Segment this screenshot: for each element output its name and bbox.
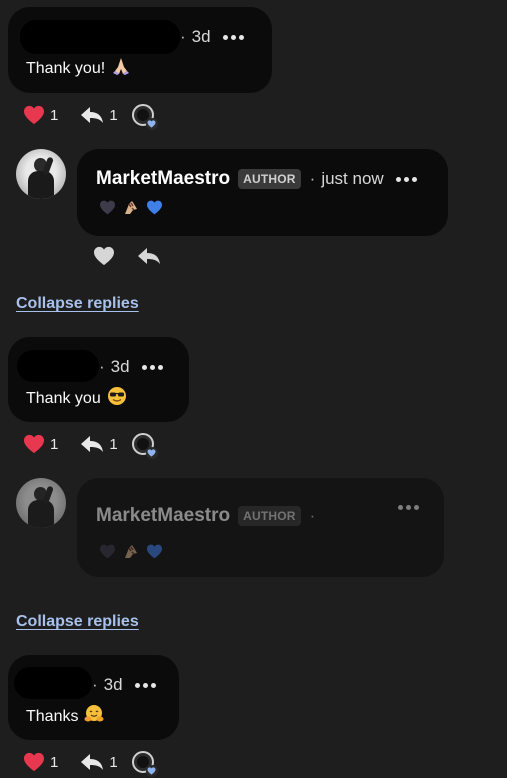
comment-time: 3d — [110, 357, 130, 376]
reply-button[interactable]: 1 — [80, 435, 118, 453]
reply-count: 1 — [109, 753, 118, 771]
comment-message: Thank you — [26, 389, 101, 407]
redacted-username — [20, 20, 180, 54]
heart-icon — [23, 752, 45, 772]
comment-text: Thank you! — [26, 56, 131, 81]
more-options-wrap — [386, 505, 419, 510]
reply-count: 1 — [109, 435, 118, 453]
reply-button[interactable]: 1 — [80, 106, 118, 124]
comment-meta: · 3d — [180, 27, 244, 47]
pray-hands-icon — [111, 56, 131, 81]
comment-actions: 1 1 — [23, 751, 158, 777]
like-count: 1 — [50, 753, 59, 771]
comment-text: Thanks — [26, 704, 104, 729]
like-button[interactable]: 1 — [23, 434, 58, 454]
comment-message: Thank you! — [26, 59, 106, 77]
blue-heart-icon — [146, 544, 163, 564]
author-liked-avatar — [131, 433, 158, 459]
more-options-icon[interactable] — [395, 176, 417, 182]
more-options-icon[interactable] — [222, 34, 244, 40]
blue-heart-icon — [146, 200, 163, 220]
like-button[interactable]: 1 — [23, 752, 58, 772]
like-button[interactable] — [93, 246, 115, 266]
like-button[interactable]: 1 — [23, 105, 58, 125]
comment-time: 3d — [191, 27, 211, 46]
comment-meta: · 3d — [99, 357, 163, 377]
more-options-icon[interactable] — [134, 682, 156, 688]
reply-icon — [80, 106, 104, 124]
collapse-replies-link[interactable]: Collapse replies — [16, 295, 139, 313]
zebra-icon — [122, 199, 140, 221]
author-liked-avatar — [131, 104, 158, 130]
comment-thread: · 3d Thank you! 1 1 MarketMaestro AUTHOR… — [0, 0, 507, 778]
reply-bubble — [77, 149, 448, 236]
reply-icon — [80, 753, 104, 771]
reply-time: just now — [321, 169, 384, 188]
reply-icon — [137, 247, 161, 265]
cool-face-icon — [107, 386, 127, 411]
blue-heart-icon — [145, 447, 158, 459]
comment-actions: 1 1 — [23, 433, 158, 459]
collapse-replies-link[interactable]: Collapse replies — [16, 613, 139, 631]
author-badge: AUTHOR — [238, 506, 301, 526]
blue-heart-icon — [145, 765, 158, 777]
meta-dot: · — [180, 27, 186, 46]
author-name[interactable]: MarketMaestro — [96, 505, 230, 527]
meta-dot: · — [92, 675, 98, 694]
comment-time: 3d — [103, 675, 123, 694]
heart-icon — [23, 434, 45, 454]
heart-outline-icon — [93, 246, 115, 266]
hug-face-icon — [84, 704, 104, 729]
reply-emojis — [99, 199, 163, 221]
author-liked-avatar — [131, 751, 158, 777]
zebra-icon — [122, 543, 140, 565]
reply-emojis — [99, 543, 163, 565]
comment-meta: · 3d — [92, 675, 156, 695]
black-heart-icon — [99, 200, 116, 220]
black-heart-icon — [99, 544, 116, 564]
author-badge: AUTHOR — [238, 169, 301, 189]
author-name[interactable]: MarketMaestro — [96, 168, 230, 190]
heart-icon — [23, 105, 45, 125]
more-options-icon[interactable] — [141, 364, 163, 370]
redacted-username — [14, 667, 92, 699]
reply-icon — [80, 435, 104, 453]
author-avatar[interactable] — [16, 149, 66, 199]
reply-button[interactable]: 1 — [80, 753, 118, 771]
more-options-icon[interactable] — [398, 505, 419, 510]
blue-heart-icon — [145, 118, 158, 130]
comment-text: Thank you — [26, 386, 127, 411]
reply-header: MarketMaestro AUTHOR · just now — [96, 168, 417, 190]
meta-dot: · — [309, 169, 316, 188]
comment-message: Thanks — [26, 707, 79, 725]
author-avatar[interactable] — [16, 478, 66, 528]
reply-count: 1 — [109, 106, 118, 124]
reply-button[interactable] — [137, 247, 161, 265]
reply-actions — [93, 246, 161, 266]
reply-header: MarketMaestro AUTHOR · — [96, 505, 321, 527]
meta-dot: · — [99, 357, 105, 376]
like-count: 1 — [50, 435, 59, 453]
meta-dot: · — [309, 506, 316, 525]
like-count: 1 — [50, 106, 59, 124]
comment-actions: 1 1 — [23, 104, 158, 130]
redacted-username — [17, 350, 99, 382]
